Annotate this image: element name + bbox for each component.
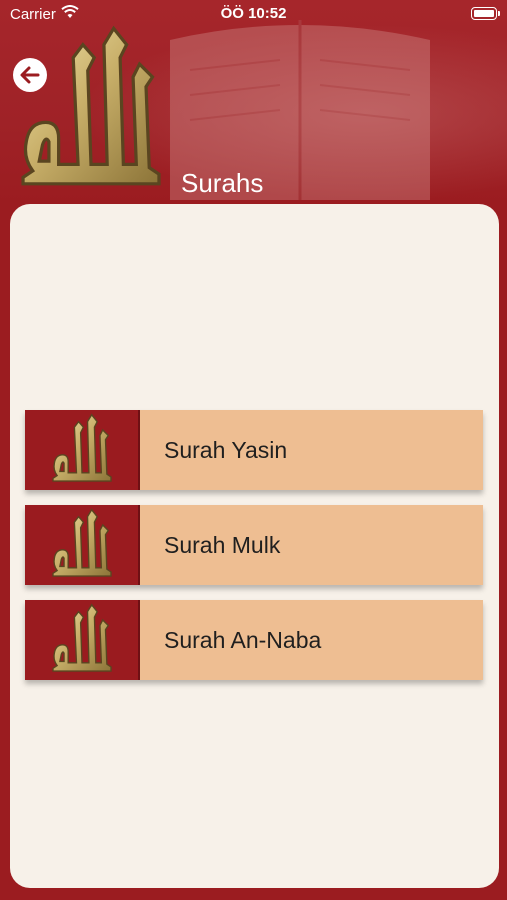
arrow-left-icon [20,66,40,84]
back-button[interactable] [13,58,47,92]
allah-calligraphy-icon [43,602,121,678]
clock-time: ÖÖ 10:52 [220,5,287,22]
surah-item-label: Surah Yasin [164,436,288,463]
surah-list: Surah Yasin Surah Mulk Surah An-Naba [25,410,483,695]
surah-item-label: Surah Mulk [164,531,281,558]
surah-item-an-naba[interactable]: Surah An-Naba [25,600,483,680]
surah-item-yasin[interactable]: Surah Yasin [25,410,483,490]
surah-item-label: Surah An-Naba [164,626,322,653]
surah-thumbnail [25,410,140,490]
surah-thumbnail [25,600,140,680]
surah-thumbnail [25,505,140,585]
allah-calligraphy-icon [43,507,121,583]
content-card: Surah Yasin Surah Mulk Surah An-Naba [10,204,499,888]
allah-calligraphy-icon [43,412,121,488]
allah-calligraphy-logo [8,22,174,200]
battery-icon [471,7,500,20]
page-title: Surahs [181,168,264,198]
surah-item-mulk[interactable]: Surah Mulk [25,505,483,585]
